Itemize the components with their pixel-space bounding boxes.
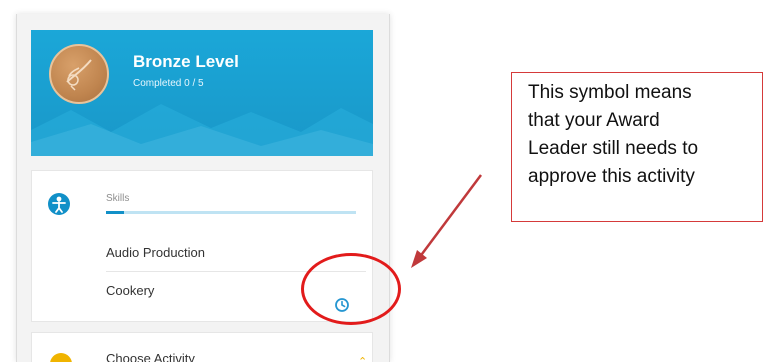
callout-line: This symbol means xyxy=(528,82,692,103)
annotation-callout: This symbol means that your Award Leader… xyxy=(511,72,763,222)
screenshot-stage: Bronze Level Completed 0 / 5 Skills Audi… xyxy=(0,0,763,362)
callout-line: that your Award xyxy=(528,110,660,131)
callout-line: Leader still needs to xyxy=(528,138,699,159)
callout-line: approve this activity xyxy=(528,166,695,187)
